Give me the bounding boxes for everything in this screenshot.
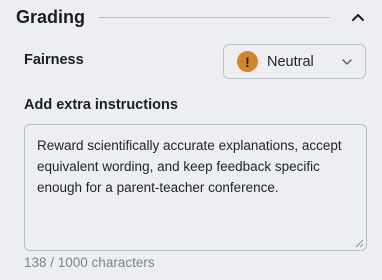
resize-handle-icon[interactable] [354, 238, 364, 248]
fairness-label: Fairness [24, 52, 84, 68]
collapse-section-button[interactable] [348, 7, 368, 27]
chevron-down-icon [342, 59, 352, 65]
fairness-select[interactable]: ! Neutral [223, 44, 366, 79]
grading-section-header: Grading [16, 2, 368, 32]
fairness-selected-value: Neutral [267, 53, 314, 70]
instructions-label: Add extra instructions [24, 97, 178, 113]
section-title: Grading [16, 6, 86, 27]
instructions-textarea[interactable]: Reward scientifically accurate explanati… [24, 124, 367, 251]
section-divider [99, 16, 330, 18]
character-counter: 138 / 1000 characters [24, 255, 155, 270]
chevron-up-icon [352, 14, 364, 21]
warning-icon: ! [237, 51, 258, 72]
grading-panel: Grading Fairness ! Neutral Add extra ins… [0, 0, 382, 280]
